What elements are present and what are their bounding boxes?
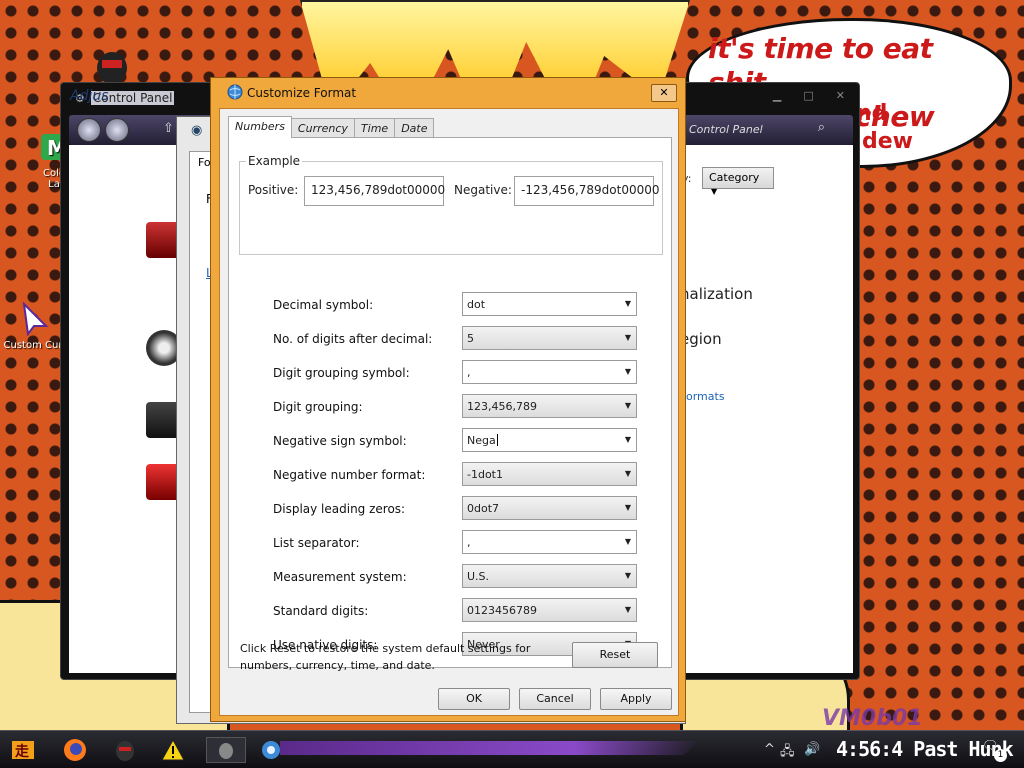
- volume-icon[interactable]: 🔊: [804, 742, 820, 757]
- notification-badge: 1: [994, 749, 1007, 762]
- link-region[interactable]: egion: [680, 330, 722, 348]
- cancel-button[interactable]: Cancel: [519, 688, 591, 710]
- minimize-icon[interactable]: ▁: [773, 89, 781, 102]
- chevron-down-icon: ▼: [624, 537, 631, 546]
- chevron-down-icon: ▼: [624, 571, 631, 580]
- apply-button[interactable]: Apply: [600, 688, 672, 710]
- chevron-down-icon: ▼: [624, 401, 631, 410]
- wallpaper-watermark: VM0b01: [822, 706, 923, 731]
- tab-numbers[interactable]: Numbers: [228, 116, 292, 138]
- example-legend: Example: [246, 154, 303, 168]
- customize-format-dialog: Customize Format ✕ Numbers Currency Time…: [210, 77, 686, 722]
- decimal-symbol-label: Decimal symbol:: [273, 298, 374, 312]
- format-tabs: Numbers Currency Time Date: [228, 116, 435, 138]
- start-icon: 走: [12, 741, 34, 760]
- chevron-down-icon: ▼: [624, 503, 631, 512]
- firefox-taskbar-button[interactable]: [62, 737, 88, 763]
- svg-text:走: 走: [15, 744, 30, 760]
- chevron-down-icon: ▼: [624, 333, 631, 342]
- standard-digits-select[interactable]: 0123456789 ▼: [462, 598, 637, 622]
- tab-time[interactable]: Time: [353, 118, 396, 138]
- chevron-down-icon: ▼: [624, 299, 631, 308]
- network-icon[interactable]: 🖧: [780, 742, 795, 764]
- dialog-client-area: Numbers Currency Time Date Example Posit…: [219, 108, 679, 716]
- negative-number-format-label: Negative number format:: [273, 468, 426, 482]
- ok-button[interactable]: OK: [438, 688, 510, 710]
- globe-clock-icon: [227, 84, 243, 100]
- numbers-tab-panel: Example Positive: 123,456,789dot00000 Ne…: [228, 137, 672, 668]
- warning-taskbar-button[interactable]: [160, 737, 186, 763]
- warning-icon: [161, 738, 185, 761]
- taskbar-decoration: [280, 741, 700, 755]
- region-tab-fragment[interactable]: Fo: [198, 156, 211, 169]
- chevron-down-icon: ▼: [711, 187, 718, 196]
- forward-button[interactable]: [105, 118, 129, 142]
- firefox-icon: [64, 739, 86, 761]
- speech-bubble-fragment: nd dew: [856, 101, 913, 154]
- control-panel-taskbar-button[interactable]: [206, 737, 246, 763]
- chevron-down-icon: ▼: [624, 469, 631, 478]
- address-text: Control Panel: [689, 123, 763, 136]
- negative-number-format-select[interactable]: -1dot1 ▼: [462, 462, 637, 486]
- example-group: Example Positive: 123,456,789dot00000 Ne…: [239, 154, 663, 255]
- negative-label: Negative:: [454, 183, 512, 197]
- desktop-icon-custom-cursor[interactable]: Custom Cur: [2, 301, 64, 351]
- digit-grouping-select[interactable]: 123,456,789 ▼: [462, 394, 637, 418]
- tab-date[interactable]: Date: [394, 118, 435, 138]
- digit-grouping-symbol-combo[interactable]: , ▼: [462, 360, 637, 384]
- pinned-app-button[interactable]: [112, 737, 138, 763]
- digits-after-decimal-label: No. of digits after decimal:: [273, 332, 433, 346]
- positive-example-value: 123,456,789dot00000: [304, 176, 445, 206]
- negative-example-value: -123,456,789dot00000: [514, 176, 660, 206]
- taskbar: 走 ^ 🖧 🔊 4:56:4 Past Hunk 🗨 1: [0, 730, 1024, 768]
- up-arrow-icon[interactable]: ⇧: [163, 121, 174, 136]
- action-center-button[interactable]: 🗨 1: [982, 739, 1007, 762]
- leading-zeros-select[interactable]: 0dot7 ▼: [462, 496, 637, 520]
- dialog-titlebar: Customize Format ✕: [211, 78, 685, 108]
- chevron-down-icon: ▼: [624, 367, 631, 376]
- dialog-close-button[interactable]: ✕: [651, 84, 677, 102]
- digit-grouping-symbol-label: Digit grouping symbol:: [273, 366, 410, 380]
- digit-grouping-label: Digit grouping:: [273, 400, 363, 414]
- chevron-down-icon: ▼: [624, 605, 631, 614]
- close-icon: ✕: [659, 86, 669, 99]
- standard-digits-label: Standard digits:: [273, 604, 369, 618]
- start-button[interactable]: 走: [10, 737, 36, 763]
- digits-after-decimal-select[interactable]: 5 ▼: [462, 326, 637, 350]
- link-formats[interactable]: ormats: [686, 390, 725, 403]
- dialog-title: Customize Format: [247, 86, 357, 100]
- decimal-symbol-combo[interactable]: dot ▼: [462, 292, 637, 316]
- list-separator-combo[interactable]: , ▼: [462, 530, 637, 554]
- globe-clock-icon: [262, 741, 280, 759]
- reset-button[interactable]: Reset: [572, 642, 658, 668]
- cursor-icon: [16, 301, 50, 337]
- measurement-system-select[interactable]: U.S. ▼: [462, 564, 637, 588]
- reset-note: Click Reset to restore the system defaul…: [240, 642, 531, 672]
- control-panel-heading: Adjus: [70, 88, 109, 104]
- region-window-icon: ◉: [191, 123, 203, 138]
- view-by-dropdown[interactable]: Category ▼: [702, 167, 774, 196]
- close-icon[interactable]: ✕: [836, 89, 845, 102]
- maximize-icon[interactable]: □: [803, 89, 813, 102]
- positive-label: Positive:: [248, 183, 299, 197]
- helmet-icon: [219, 743, 233, 759]
- measurement-system-label: Measurement system:: [273, 570, 407, 584]
- leading-zeros-label: Display leading zeros:: [273, 502, 406, 516]
- back-button[interactable]: [77, 118, 101, 142]
- tab-currency[interactable]: Currency: [290, 118, 355, 138]
- chevron-down-icon: ▼: [624, 435, 631, 444]
- search-icon[interactable]: ⌕: [818, 120, 825, 135]
- list-separator-label: List separator:: [273, 536, 360, 550]
- helmet-icon: [116, 741, 134, 761]
- link-clock-language[interactable]: nalization: [680, 285, 753, 303]
- show-hidden-icons-icon[interactable]: ^: [764, 742, 775, 757]
- negative-sign-symbol-label: Negative sign symbol:: [273, 434, 407, 448]
- negative-sign-symbol-combo[interactable]: Nega ▼: [462, 428, 637, 452]
- text-caret: [496, 434, 498, 446]
- region-taskbar-button[interactable]: [258, 737, 284, 763]
